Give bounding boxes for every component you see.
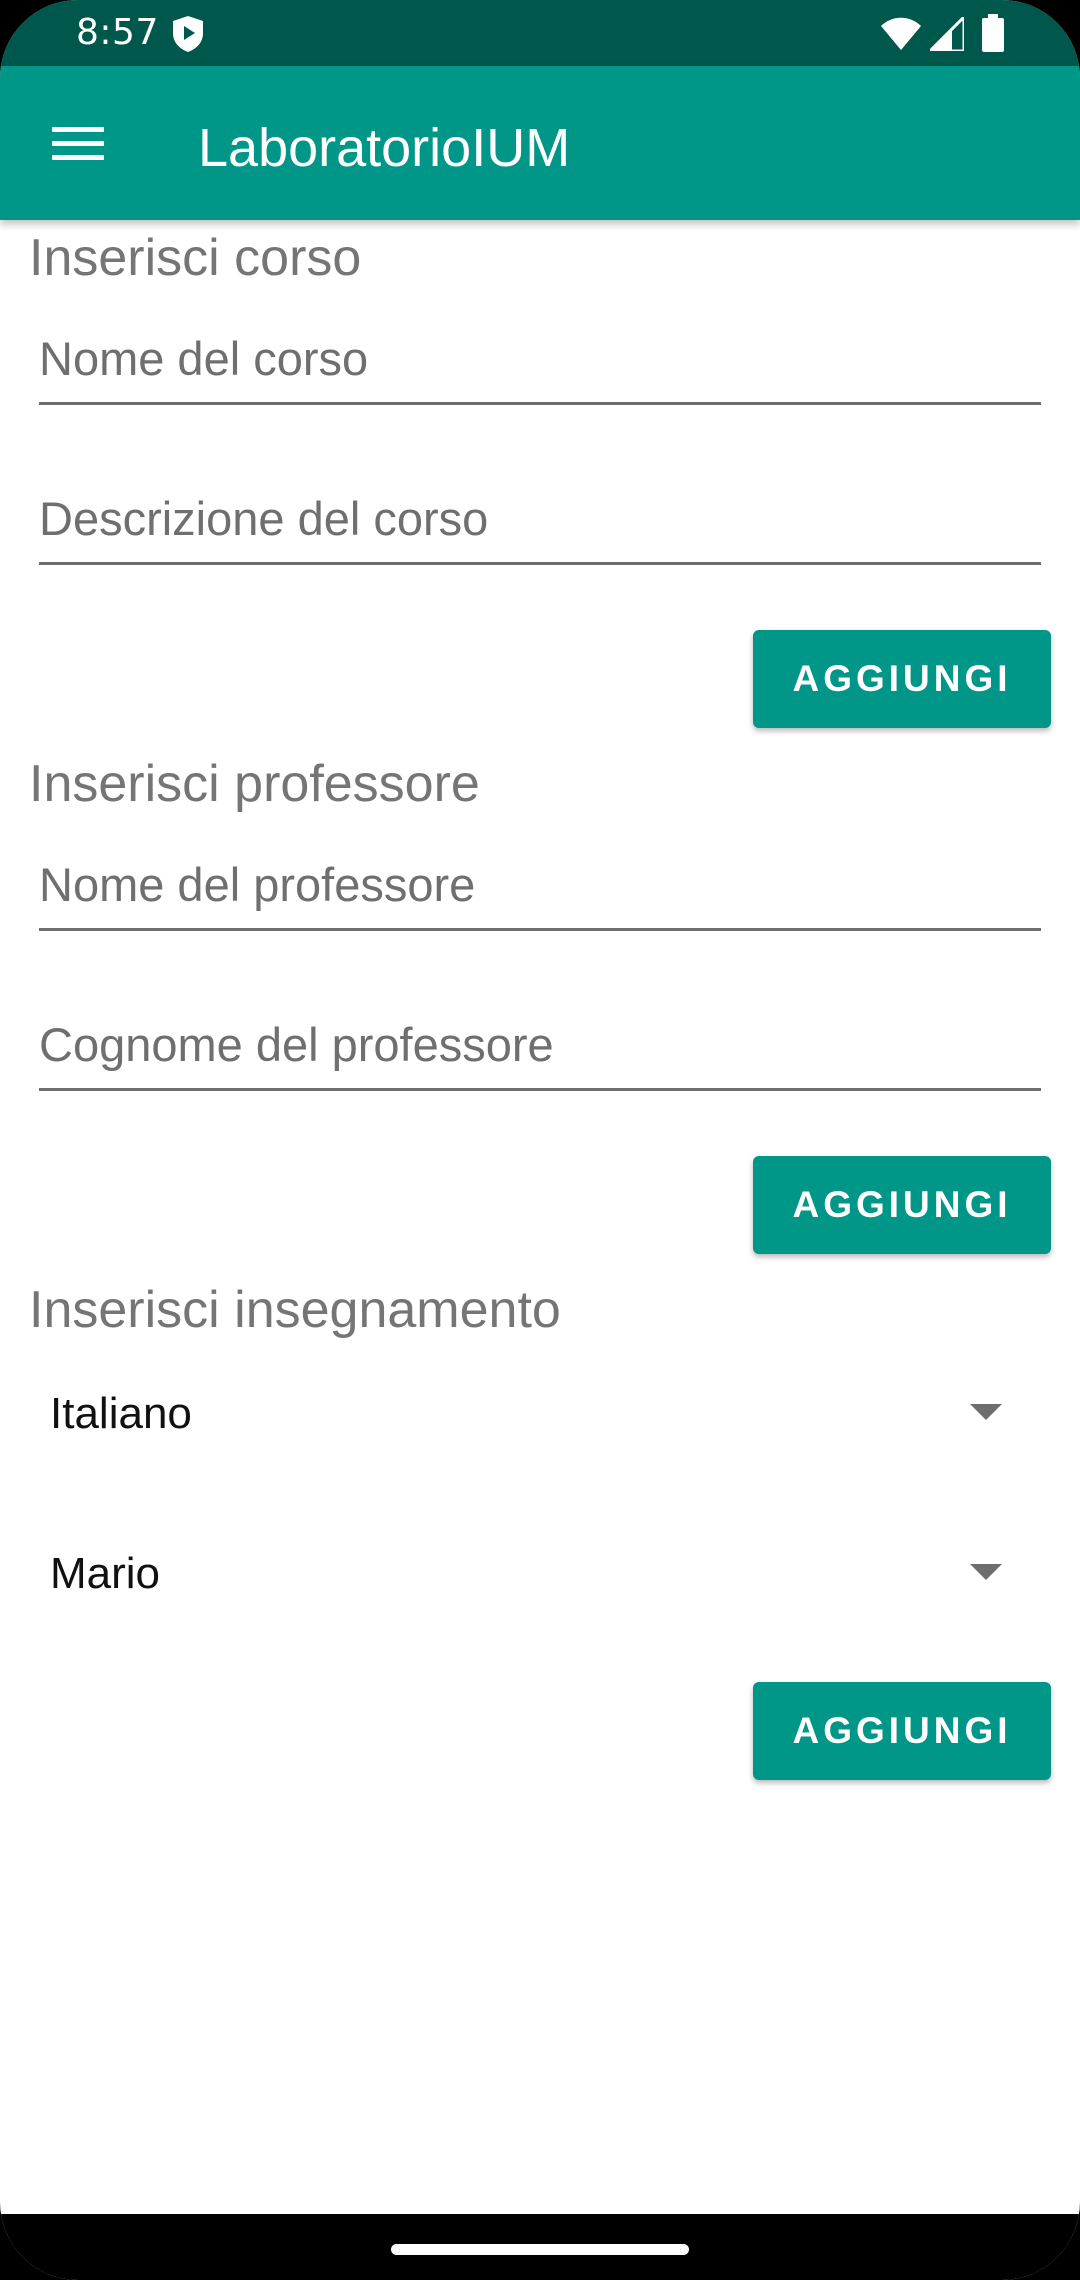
course-spinner-value: Italiano bbox=[50, 1389, 192, 1438]
status-bar: 8:57 bbox=[0, 0, 1080, 66]
add-teaching-button[interactable]: AGGIUNGI bbox=[753, 1682, 1051, 1780]
cell-signal-icon bbox=[930, 17, 964, 51]
hamburger-menu-icon[interactable] bbox=[52, 127, 104, 161]
course-name-input[interactable] bbox=[39, 318, 1041, 398]
section-title-professore: Inserisci professore bbox=[29, 755, 480, 813]
dropdown-arrow-icon bbox=[970, 1564, 1002, 1580]
battery-icon bbox=[982, 14, 1004, 52]
professor-name-input[interactable] bbox=[39, 844, 1041, 924]
add-professor-button[interactable]: AGGIUNGI bbox=[753, 1156, 1051, 1254]
course-description-field[interactable] bbox=[39, 478, 1041, 565]
home-gesture-handle[interactable] bbox=[391, 2244, 689, 2255]
app-bar: LaboratorioIUM bbox=[0, 66, 1080, 220]
play-protect-icon bbox=[173, 16, 203, 52]
professor-spinner[interactable]: Mario bbox=[29, 1524, 1029, 1624]
professor-surname-field[interactable] bbox=[39, 1004, 1041, 1091]
course-name-field[interactable] bbox=[39, 318, 1041, 405]
app-screen: 8:57 LaboratorioIUM Inserisci corso Nome… bbox=[0, 0, 1080, 2280]
dropdown-arrow-icon bbox=[970, 1404, 1002, 1420]
add-course-button[interactable]: AGGIUNGI bbox=[753, 630, 1051, 728]
app-title: LaboratorioIUM bbox=[198, 118, 571, 178]
course-spinner[interactable]: Italiano bbox=[29, 1364, 1029, 1464]
professor-name-field[interactable] bbox=[39, 844, 1041, 931]
professor-surname-input[interactable] bbox=[39, 1004, 1041, 1084]
navigation-bar bbox=[0, 2214, 1080, 2280]
status-time: 8:57 bbox=[76, 12, 159, 53]
course-description-input[interactable] bbox=[39, 478, 1041, 558]
section-title-insegnamento: Inserisci insegnamento bbox=[29, 1281, 561, 1339]
section-title-corso: Inserisci corso bbox=[29, 229, 362, 287]
wifi-icon bbox=[881, 17, 921, 50]
professor-spinner-value: Mario bbox=[50, 1549, 161, 1598]
